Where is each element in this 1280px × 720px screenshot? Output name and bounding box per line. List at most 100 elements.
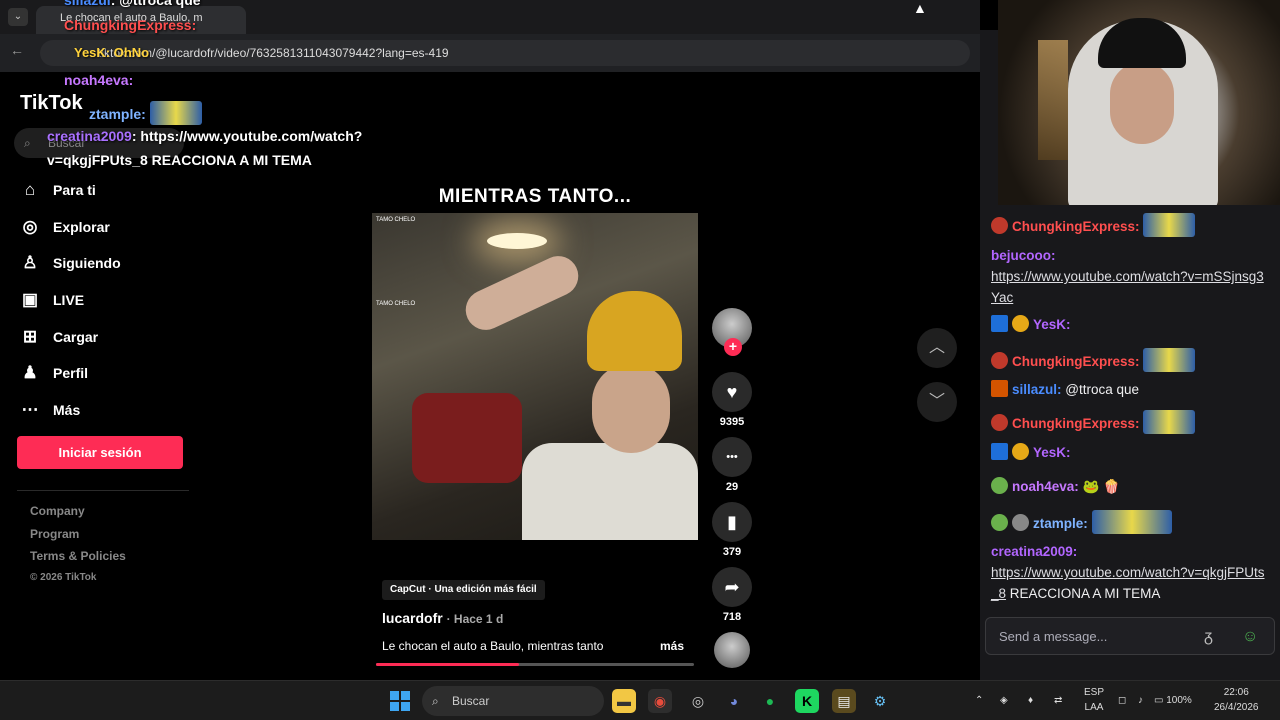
sidebar-item-para-ti[interactable]: ⌂ Para ti — [18, 172, 121, 209]
chrome-icon[interactable]: ◉ — [648, 689, 672, 713]
tab-list-button[interactable]: ⌄ — [8, 8, 28, 26]
video-scene-shirt — [522, 443, 698, 540]
search-icon: ⌕ — [24, 136, 31, 150]
share-button[interactable]: ➦ 718 — [712, 567, 752, 623]
browser-chrome: ⌄ Le chocan el auto a Baulo, m ← tiktok.… — [0, 0, 980, 72]
tray-chevron-icon[interactable]: ⌃ — [975, 693, 983, 708]
overlay-chat-line: noah4eva: — [64, 72, 134, 88]
sidebar-item-explorar[interactable]: ◎ Explorar — [18, 209, 121, 246]
sidebar-nav: ⌂ Para ti ◎ Explorar ♙ Siguiendo ▣ LIVE ⊞ Car… — [18, 172, 121, 428]
footer: Company Program Terms & Policies © 2026 … — [30, 504, 126, 594]
obs-icon[interactable]: ◎ — [686, 689, 710, 713]
music-disc-avatar[interactable] — [714, 632, 750, 668]
windows-start-icon[interactable] — [390, 691, 410, 711]
bookmark-button[interactable]: ▮ 379 — [712, 502, 752, 558]
comment-button[interactable]: ••• 29 — [712, 437, 752, 493]
chat-message: ztample: — [991, 510, 1271, 534]
discord-icon[interactable]: ◕ — [722, 689, 746, 713]
network-icon[interactable]: ◈ — [1000, 693, 1008, 708]
video-scene-lamp — [487, 233, 547, 249]
chevron-up-icon[interactable]: ︿ — [917, 328, 957, 368]
login-button[interactable]: Iniciar sesión — [17, 436, 183, 469]
badge-icon — [991, 380, 1008, 397]
address-bar[interactable]: tiktok.com/@lucardofr/video/763258131104… — [40, 40, 970, 66]
footer-link-program[interactable]: Program — [30, 527, 126, 550]
webcam-background-shelf — [1038, 40, 1068, 160]
progress-fill — [376, 663, 520, 666]
sidebar-item-cargar[interactable]: ⊞ Cargar — [18, 318, 121, 355]
like-button[interactable]: ♥ 9395 — [712, 372, 752, 428]
overlay-chat-line: YesK: OhNo — [74, 45, 150, 60]
more-button[interactable]: más — [660, 639, 684, 653]
mouse-cursor-icon: ▲ — [913, 0, 927, 16]
file-explorer-icon[interactable]: ▬ — [612, 689, 636, 713]
spotify-icon[interactable]: ● — [758, 689, 782, 713]
back-icon[interactable]: ← — [10, 42, 30, 62]
sync-icon[interactable]: ⇄ — [1054, 693, 1062, 708]
sidebar-item-perfil[interactable]: ♟ Perfil — [18, 355, 121, 392]
emote-picker-icon[interactable]: ☺ — [1242, 618, 1258, 656]
chat-message: ChungkingExpress: — [991, 410, 1271, 434]
video-description: Le chocan el auto a Baulo, mientras tant… — [382, 639, 604, 653]
wifi-icon[interactable]: ◻ — [1118, 693, 1126, 708]
capcut-badge[interactable]: CapCut · Una edición más fácil — [382, 580, 545, 600]
sidebar-item-mas[interactable]: ⋯ Más — [18, 392, 121, 429]
follow-button[interactable]: + — [724, 338, 742, 356]
taskbar-search[interactable]: ⌕ Buscar — [422, 686, 604, 716]
divider — [17, 490, 189, 491]
badge-icon — [991, 514, 1008, 531]
chat-message: ChungkingExpress: — [991, 213, 1271, 237]
overlay-chat-line: ztample: — [89, 101, 202, 125]
upload-icon: ⊞ — [22, 326, 38, 346]
chat-message: bejucooo: https://www.youtube.com/watch?v… — [991, 248, 1264, 305]
video-overlay-text: TAMO CHELO — [376, 217, 416, 223]
battery-indicator[interactable]: ▭ 100% — [1154, 693, 1192, 708]
like-count: 9395 — [719, 416, 745, 428]
compass-icon: ◎ — [22, 216, 38, 236]
steam-icon[interactable]: ⚙ — [868, 689, 892, 713]
live-icon: ▣ — [21, 290, 39, 310]
footer-link-terms[interactable]: Terms & Policies — [30, 549, 126, 572]
badge-icon — [991, 315, 1008, 332]
video-scene-face — [592, 363, 670, 453]
kick-icon[interactable]: K — [795, 689, 819, 713]
tiktok-logo[interactable]: TikTok — [20, 92, 83, 115]
chat-link[interactable]: https://www.youtube.com/watch?v=mSSjnsg3… — [991, 269, 1264, 305]
taskbar: ⌕ Buscar ▬ ◉ ◎ ◕ ● K ▤ ⚙ ⌃ ◈ ♦ ⇄ ESP LAA ◻… — [0, 680, 1280, 720]
sidebar-item-live[interactable]: ▣ LIVE — [18, 282, 121, 319]
badge-icon — [1012, 514, 1029, 531]
video-progress-bar[interactable] — [376, 663, 694, 666]
copyright: © 2026 TikTok — [30, 571, 97, 583]
author-line: lucardofr · Hace 1 d — [382, 610, 503, 626]
chat-input-placeholder: Send a message... — [999, 629, 1108, 644]
video-scene-arm — [459, 249, 585, 337]
action-column: + ♥ 9395 ••• 29 ▮ 379 ➦ 718 — [712, 308, 752, 623]
more-icon: ⋯ — [21, 399, 39, 419]
following-icon: ♙ — [22, 253, 38, 273]
clock[interactable]: 22:06 26/4/2026 — [1214, 685, 1259, 715]
comment-icon: ••• — [712, 437, 752, 477]
footer-link-company[interactable]: Company — [30, 504, 126, 527]
chat-input[interactable]: Send a message... ᵹ ☺ — [985, 617, 1275, 655]
chat-message: YesK: — [991, 315, 1271, 332]
emote-image — [1143, 348, 1196, 372]
chat-message: sillazul: @ttroca que — [991, 380, 1271, 397]
webcam-overlay — [998, 0, 1280, 205]
overlay-chat-line: ChungkingExpress: — [64, 17, 197, 33]
emote-image — [1143, 410, 1196, 434]
language-indicator[interactable]: ESP LAA — [1084, 685, 1104, 715]
badge-icon — [991, 414, 1008, 431]
author-name[interactable]: lucardofr — [382, 610, 443, 626]
emote-image — [1091, 510, 1172, 534]
url-text: tiktok.com/@lucardofr/video/763258131104… — [98, 46, 449, 60]
chevron-down-icon[interactable]: ﹀ — [917, 382, 957, 422]
volume-icon[interactable]: ♪ — [1138, 693, 1143, 708]
bookmark-icon: ▮ — [712, 502, 752, 542]
video-player[interactable]: TAMO CHELO TAMO CHELO — [372, 213, 698, 540]
app-icon[interactable]: ▤ — [832, 689, 856, 713]
microphone-icon[interactable]: ♦ — [1028, 693, 1033, 708]
post-time: · Hace 1 d — [446, 612, 504, 626]
emote-image — [149, 101, 202, 125]
bits-icon[interactable]: ᵹ — [1204, 618, 1213, 656]
sidebar-item-siguiendo[interactable]: ♙ Siguiendo — [18, 245, 120, 282]
